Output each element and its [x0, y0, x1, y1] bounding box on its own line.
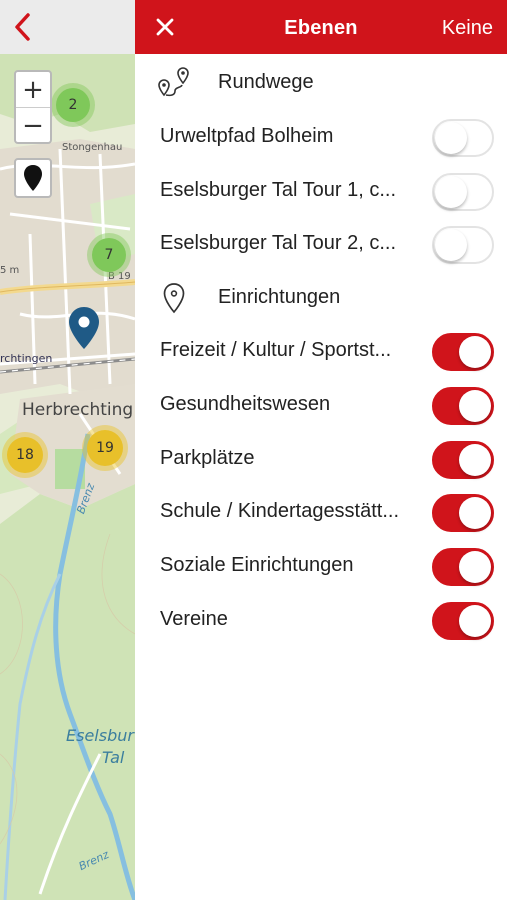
layer-label: Schule / Kindertagesstätt... [160, 500, 400, 522]
section-header-einrichtungen: Einrichtungen [135, 270, 507, 324]
map-cluster[interactable]: 2 [51, 83, 95, 127]
toggle-knob [459, 605, 491, 637]
toggle-knob [459, 444, 491, 476]
layer-toggle[interactable] [432, 387, 494, 425]
layer-row[interactable]: Vereine [135, 592, 507, 646]
layer-label: Freizeit / Kultur / Sportst... [160, 339, 392, 361]
layers-panel: Ebenen Keine Rundwege Urweltpfad Bolheim… [135, 0, 507, 900]
toggle-knob [459, 336, 491, 368]
layer-toggle[interactable] [432, 333, 494, 371]
layer-label: Gesundheitswesen [160, 393, 331, 415]
zoom-out-button[interactable]: − [16, 108, 50, 143]
layer-toggle[interactable] [432, 441, 494, 479]
toggle-knob [459, 390, 491, 422]
toggle-knob [435, 122, 467, 154]
layer-label: Eselsburger Tal Tour 2, c... [160, 232, 397, 254]
map-marker-icon [24, 165, 42, 191]
map-cluster[interactable]: 18 [2, 432, 48, 478]
map-label: 5 m [0, 265, 20, 276]
toggle-knob [459, 551, 491, 583]
toggle-knob [435, 229, 467, 261]
section-header-rundwege: Rundwege [135, 55, 507, 109]
layer-toggle[interactable] [432, 119, 494, 157]
layer-row[interactable]: Schule / Kindertagesstätt... [135, 484, 507, 538]
layer-label: Vereine [160, 608, 228, 630]
map-label: Eselsbur [66, 726, 134, 745]
layer-toggle[interactable] [432, 226, 494, 264]
layer-row[interactable]: Urweltpfad Bolheim [135, 109, 507, 163]
map-label: Herbrechting [22, 400, 134, 420]
layer-label: Soziale Einrichtungen [160, 554, 354, 576]
toggle-knob [435, 176, 467, 208]
zoom-control: + − [14, 70, 52, 144]
cluster-count: 18 [7, 437, 43, 473]
back-button[interactable] [6, 10, 40, 44]
layer-toggle[interactable] [432, 173, 494, 211]
layer-row[interactable]: Eselsburger Tal Tour 1, c... [135, 163, 507, 217]
layer-toggle[interactable] [432, 494, 494, 532]
map-pin-icon[interactable] [68, 306, 100, 350]
map-label: Tal [102, 748, 125, 767]
route-icon [158, 67, 189, 97]
layer-row[interactable]: Gesundheitswesen [135, 377, 507, 431]
location-button[interactable] [14, 158, 52, 198]
cluster-count: 2 [56, 88, 90, 122]
layer-row[interactable]: Eselsburger Tal Tour 2, c... [135, 216, 507, 270]
location-pin-icon [163, 283, 185, 314]
cluster-count: 7 [92, 238, 126, 272]
section-title: Rundwege [218, 71, 314, 93]
cluster-count: 19 [87, 430, 123, 466]
map-label: Stongenhau [62, 142, 123, 153]
layer-toggle[interactable] [432, 548, 494, 586]
map-top-bar [0, 0, 135, 54]
layer-row[interactable]: Soziale Einrichtungen [135, 538, 507, 592]
section-title: Einrichtungen [218, 286, 341, 308]
chevron-left-icon [15, 13, 30, 41]
layer-label: Eselsburger Tal Tour 1, c... [160, 179, 397, 201]
layer-toggle[interactable] [432, 602, 494, 640]
layer-row[interactable]: Parkplätze [135, 431, 507, 485]
panel-header: Ebenen Keine [135, 0, 507, 54]
map-cluster[interactable]: 19 [82, 425, 128, 471]
map-view[interactable]: Stongenhau B 19 5 m rchtingen Herbrechti… [0, 0, 135, 900]
layer-label: Parkplätze [160, 447, 255, 469]
map-label: rchtingen [0, 352, 53, 365]
layer-label: Urweltpfad Bolheim [160, 125, 334, 147]
deselect-all-button[interactable]: Keine [442, 0, 493, 56]
zoom-in-button[interactable]: + [16, 72, 50, 108]
layer-row[interactable]: Freizeit / Kultur / Sportst... [135, 323, 507, 377]
toggle-knob [459, 497, 491, 529]
map-cluster[interactable]: 7 [87, 233, 131, 277]
